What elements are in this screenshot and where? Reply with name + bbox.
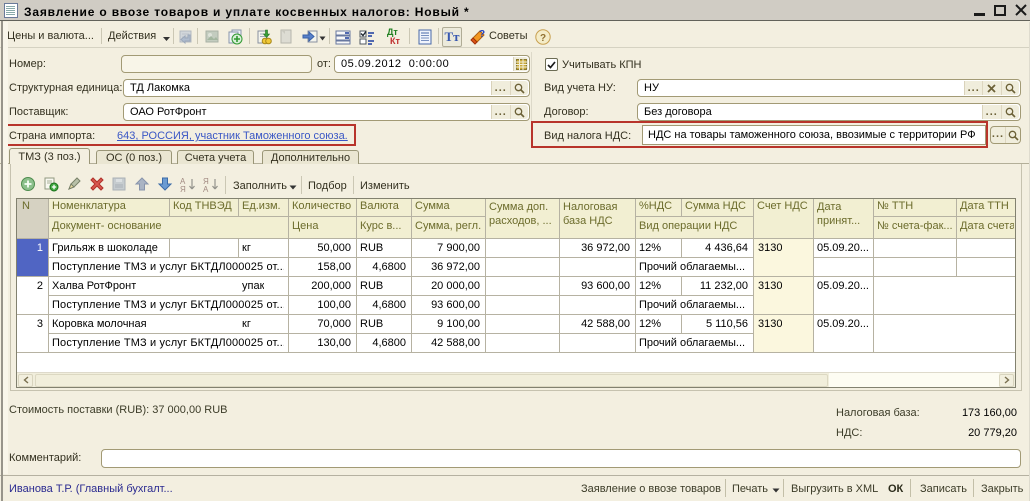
svg-text:?: ? <box>540 33 546 44</box>
svg-text:?: ? <box>479 29 485 40</box>
svg-text:Я: Я <box>180 185 186 192</box>
svg-text:А: А <box>203 185 209 192</box>
